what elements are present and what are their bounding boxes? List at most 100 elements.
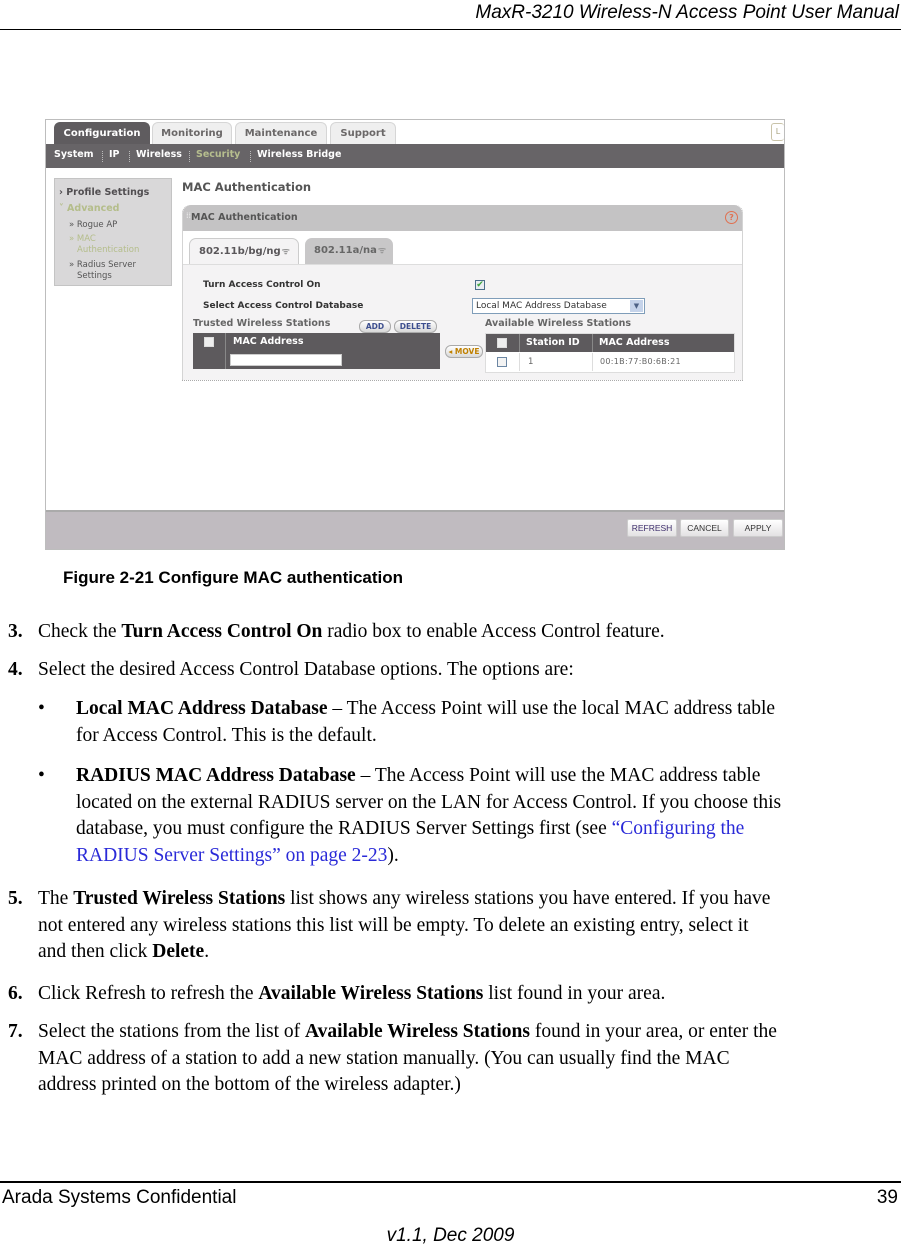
help-icon[interactable]: ? [725, 211, 738, 224]
step-3-text: Check the Turn Access Control On radio b… [38, 619, 665, 646]
column-divider [519, 353, 520, 371]
apply-button[interactable]: APPLY [733, 519, 783, 537]
refresh-button[interactable]: REFRESH [627, 519, 677, 537]
station-id-cell: 1 [528, 357, 534, 367]
bullet: • [38, 765, 45, 786]
action-bar: REFRESH CANCEL APPLY [46, 510, 784, 549]
text: – The Access Point will use the local MA… [327, 698, 776, 719]
column-header-station-id: Station ID [526, 337, 580, 348]
step-5-text: The Trusted Wireless Stations list shows… [38, 886, 770, 966]
subnav-ip[interactable]: IP [109, 149, 120, 160]
text: radio box to enable Access Control featu… [322, 621, 665, 642]
table-row[interactable]: 1 00:1B:77:B0:6B:21 [486, 353, 734, 371]
delete-button[interactable]: DELETE [394, 320, 437, 333]
page-number: 39 [876, 1187, 898, 1208]
mac-address-input[interactable] [230, 354, 342, 366]
trusted-stations-table: MAC Address [193, 333, 440, 369]
table-header-row: Station ID MAC Address [486, 334, 734, 352]
radio-tab-label: 802.11b/bg/ng [199, 246, 281, 257]
available-stations-table: Station ID MAC Address 1 00:1B:77:B0:6B:… [485, 333, 735, 373]
wifi-icon: ᯤ [281, 247, 290, 257]
chevron-down-icon: ▼ [630, 300, 643, 312]
step-number: 3. [8, 621, 23, 642]
sidebar-item-profile-settings[interactable]: › Profile Settings [59, 187, 149, 198]
text: found in your area, or enter the [530, 1021, 777, 1042]
tab-maintenance[interactable]: Maintenance [235, 122, 327, 144]
select-db-label: Select Access Control Database [203, 301, 364, 311]
sidebar-item-advanced[interactable]: ˅ Advanced [59, 203, 119, 214]
bullet: • [38, 698, 45, 719]
mac-cell: 00:1B:77:B0:6B:21 [600, 357, 681, 366]
page-heading: MAC Authentication [182, 180, 312, 194]
sub-nav: System IP Wireless Security Wireless Bri… [46, 144, 784, 168]
text: address printed on the bottom of the wir… [38, 1074, 461, 1095]
bold-term: Available Wireless Stations [258, 983, 484, 1004]
text: list found in your area. [483, 983, 666, 1004]
sidebar: › Profile Settings ˅ Advanced » Rogue AP… [54, 178, 172, 286]
bold-term: Available Wireless Stations [305, 1021, 530, 1042]
table-header-row: MAC Address [193, 333, 440, 351]
radio-tab-label: 802.11a/na [314, 245, 377, 256]
step-number: 4. [8, 659, 23, 680]
footer-confidential: Arada Systems Confidential [2, 1187, 237, 1208]
subnav-wireless[interactable]: Wireless [136, 149, 182, 160]
text: ). [387, 844, 399, 866]
footer-rule [0, 1181, 901, 1183]
select-all-checkbox[interactable] [497, 338, 507, 348]
step-number: 7. [8, 1021, 23, 1042]
text: Click Refresh to refresh the [38, 983, 259, 1004]
figure-screenshot: Configuration Monitoring Maintenance Sup… [45, 119, 785, 550]
add-button[interactable]: ADD [359, 320, 391, 333]
column-divider [225, 351, 226, 369]
text: not entered any wireless stations this l… [38, 914, 749, 936]
row-checkbox[interactable] [497, 357, 507, 367]
step-4-text: Select the desired Access Control Databa… [38, 659, 574, 680]
sidebar-item-label: » MAC [69, 234, 96, 244]
table-row [193, 351, 440, 369]
cancel-button[interactable]: CANCEL [680, 519, 729, 537]
bold-term: Delete [152, 941, 205, 962]
move-button[interactable]: ◂ MOVE [445, 345, 483, 358]
access-control-db-select[interactable]: Local MAC Address Database ▼ [472, 298, 645, 314]
sidebar-item-rogue-ap[interactable]: » Rogue AP [69, 220, 117, 231]
sidebar-item-radius-server-settings[interactable]: » Radius Server Settings [69, 260, 136, 282]
tab-monitoring[interactable]: Monitoring [152, 122, 232, 144]
subnav-separator [189, 151, 190, 162]
turn-access-control-checkbox[interactable]: ✔ [475, 280, 485, 290]
subnav-system[interactable]: System [54, 149, 94, 160]
subnav-security[interactable]: Security [196, 149, 240, 160]
radio-tab-2-4ghz[interactable]: 802.11b/bg/ngᯤ [189, 238, 299, 264]
panel-title: MAC Authentication [191, 212, 298, 223]
subnav-separator [129, 151, 130, 162]
subnav-wireless-bridge[interactable]: Wireless Bridge [257, 149, 341, 160]
logout-button[interactable]: L [771, 123, 784, 141]
turn-access-control-label: Turn Access Control On [203, 280, 321, 290]
column-header-mac: MAC Address [233, 336, 304, 347]
text: located on the external RADIUS server on… [76, 791, 782, 813]
subnav-separator [102, 151, 103, 162]
header-rule [0, 29, 901, 30]
sidebar-item-label: » Radius Server [69, 260, 136, 270]
select-all-checkbox[interactable] [204, 337, 214, 347]
cross-reference-link[interactable]: RADIUS Server Settings” on page 2-23 [76, 845, 387, 866]
tab-configuration[interactable]: Configuration [54, 122, 150, 144]
sidebar-item-mac-authentication[interactable]: » MAC Authentication [69, 234, 139, 256]
text: database, you must configure the RADIUS … [76, 818, 612, 839]
text: and then click [38, 941, 153, 962]
figure-caption: Figure 2-21 Configure MAC authentication [63, 568, 404, 587]
trusted-stations-title: Trusted Wireless Stations [193, 318, 331, 329]
radio-tab-5ghz[interactable]: 802.11a/naᯤ [305, 238, 393, 264]
footer-version: v1.1, Dec 2009 [386, 1225, 515, 1246]
tab-support[interactable]: Support [330, 122, 396, 144]
bullet-radius-db-text: RADIUS MAC Address Database – The Access… [76, 763, 781, 869]
sidebar-item-label: Authentication [77, 245, 140, 255]
select-value: Local MAC Address Database [476, 301, 607, 311]
bullet-local-db-text: Local MAC Address Database – The Access … [76, 696, 775, 749]
step-number: 5. [8, 888, 23, 909]
text: – The Access Point will use the MAC addr… [355, 765, 761, 786]
mac-auth-panel: ⁞⁞ MAC Authentication ? 802.11b/bg/ngᯤ 8… [182, 205, 743, 381]
cross-reference-link[interactable]: “Configuring the [612, 818, 745, 839]
text: The [38, 888, 74, 909]
panel-body: Turn Access Control On ✔ Select Access C… [183, 264, 742, 380]
sidebar-item-label: Settings [77, 271, 112, 281]
